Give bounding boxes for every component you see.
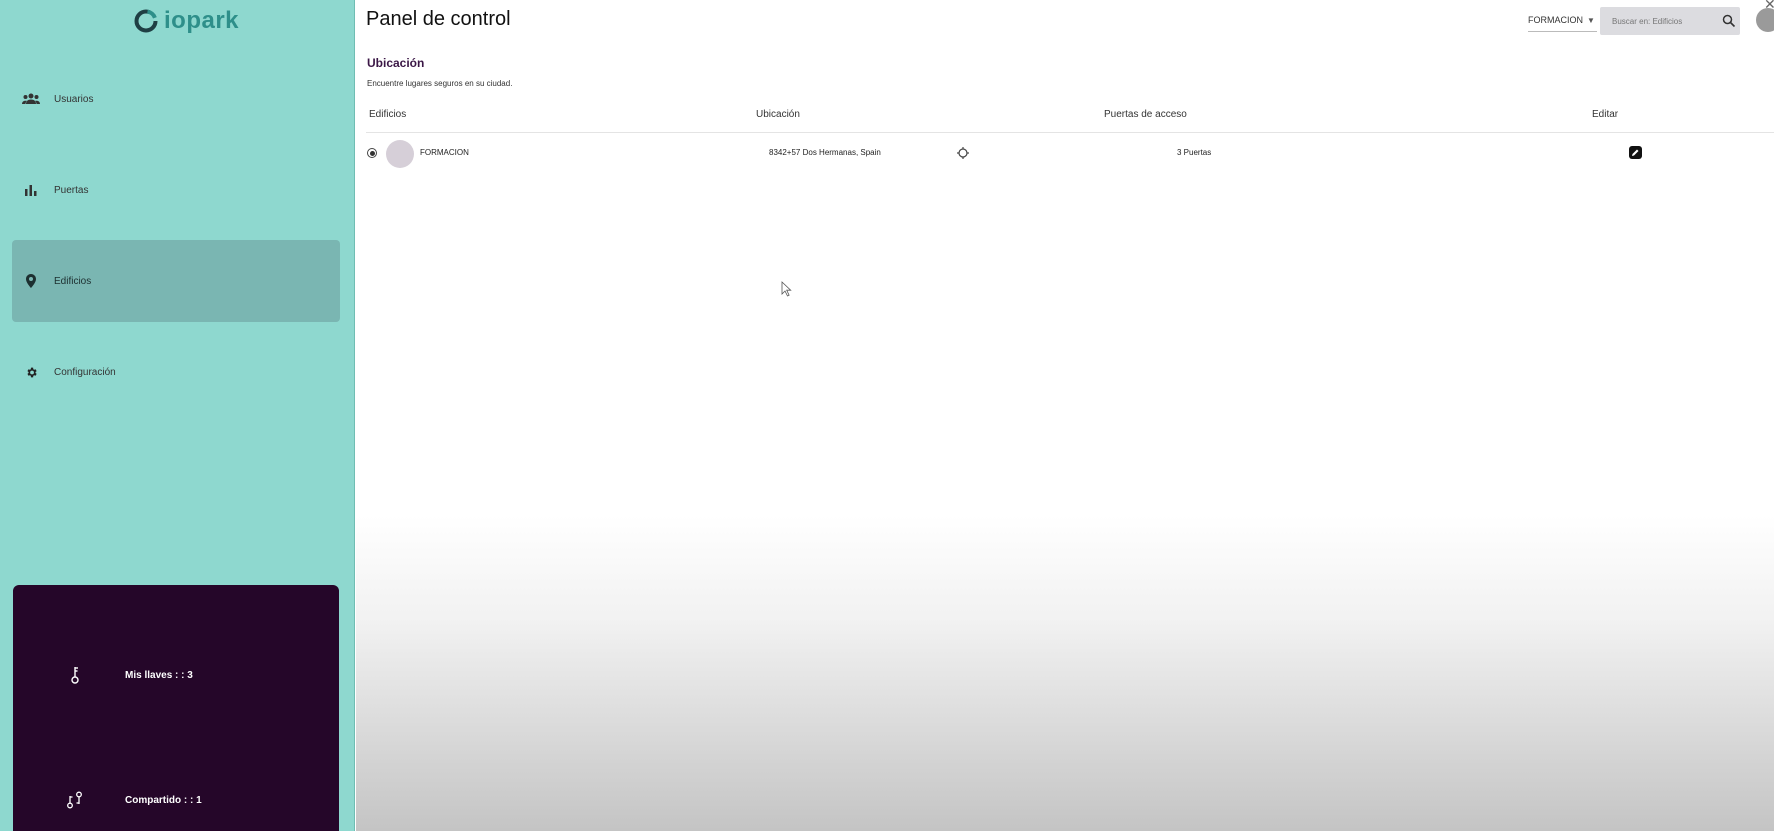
chevron-down-icon: ▼ — [1587, 15, 1595, 25]
tenant-selector[interactable]: FORMACION ▼ — [1528, 9, 1597, 32]
search-box — [1600, 7, 1740, 35]
locate-icon[interactable] — [957, 147, 969, 159]
search-icon[interactable] — [1722, 14, 1736, 28]
sidebar-item-label: Puertas — [54, 184, 89, 196]
shared-keys-label: Compartido : : 1 — [125, 794, 202, 806]
main-content: Panel de control FORMACION ▼ ✕ Ubicación… — [356, 0, 1774, 831]
logo-text: iopark — [164, 7, 240, 34]
my-keys-item[interactable]: Mis llaves : : 3 — [13, 655, 339, 695]
my-keys-label: Mis llaves : : 3 — [125, 669, 193, 681]
table-divider — [366, 132, 1774, 133]
sidebar-item-label: Edificios — [54, 275, 92, 287]
shared-keys-icon — [65, 788, 85, 812]
shared-keys-item[interactable]: Compartido : : 1 — [13, 780, 339, 820]
key-icon — [65, 663, 85, 687]
iopark-logo-icon — [134, 9, 158, 33]
search-input[interactable] — [1610, 15, 1714, 27]
gear-icon — [22, 363, 40, 381]
location-cell: 8342+57 Dos Hermanas, Spain — [769, 148, 881, 157]
sidebar-item-label: Configuración — [54, 366, 116, 378]
location-pin-icon — [22, 272, 40, 290]
column-header-puertas-de-acceso[interactable]: Puertas de acceso — [1104, 109, 1187, 120]
sidebar-item-label: Usuarios — [54, 93, 94, 105]
sidebar-item-edificios[interactable]: Edificios — [12, 240, 340, 322]
column-header-editar: Editar — [1592, 109, 1619, 120]
section-subtitle: Encuentre lugares seguros en su ciudad. — [367, 79, 513, 88]
keys-panel: Mis llaves : : 3 Compartido : : 1 — [13, 585, 339, 831]
doors-cell: 3 Puertas — [1177, 148, 1212, 157]
row-select-radio[interactable] — [367, 148, 377, 158]
sidebar-item-usuarios[interactable]: Usuarios — [12, 58, 340, 140]
users-icon — [22, 90, 40, 108]
edit-button[interactable] — [1629, 146, 1642, 159]
page-title: Panel de control — [366, 8, 511, 30]
sidebar-item-configuracion[interactable]: Configuración — [12, 331, 340, 413]
logo[interactable]: iopark — [133, 6, 239, 36]
column-header-edificios[interactable]: Edificios — [369, 109, 406, 120]
mouse-cursor-icon — [781, 281, 792, 297]
tenant-selector-label: FORMACION — [1528, 15, 1583, 25]
building-avatar — [386, 140, 414, 168]
column-header-ubicacion[interactable]: Ubicación — [756, 109, 800, 120]
pencil-icon — [1632, 149, 1639, 156]
section-title: Ubicación — [367, 56, 425, 70]
building-name-cell: FORMACION — [420, 148, 469, 157]
bar-chart-icon — [22, 181, 40, 199]
sidebar: iopark Usuarios Puertas Edificios Config… — [0, 0, 355, 831]
sidebar-item-puertas[interactable]: Puertas — [12, 149, 340, 231]
close-icon[interactable]: ✕ — [1764, 0, 1774, 13]
